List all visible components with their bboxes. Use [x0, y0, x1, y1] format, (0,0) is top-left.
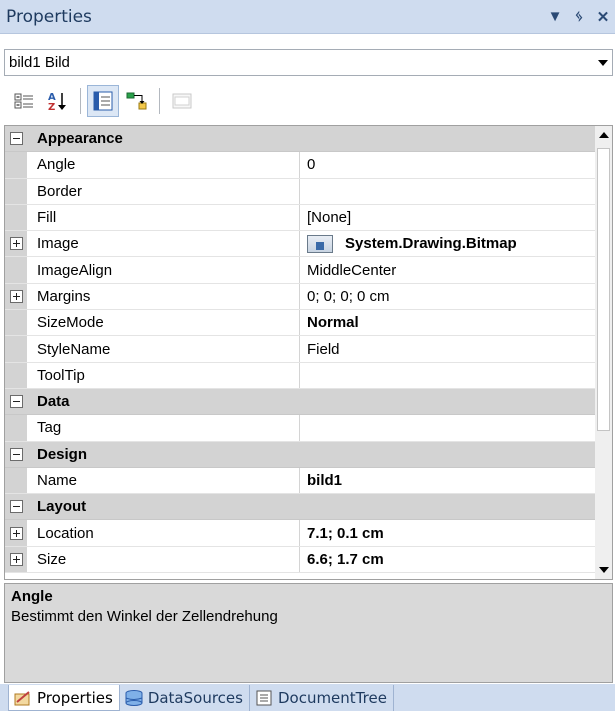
tab-documenttree[interactable]: DocumentTree: [250, 685, 394, 711]
property-value[interactable]: [300, 179, 595, 204]
datasources-tab-icon: [124, 690, 144, 706]
panel-tabs: Properties DataSources DocumentTree: [0, 684, 615, 711]
property-row-imagealign[interactable]: ImageAlign MiddleCenter: [5, 257, 595, 284]
object-selector-value: bild1 Bild: [9, 54, 70, 71]
property-name: Border: [27, 178, 300, 204]
property-name: SizeMode: [27, 310, 300, 336]
property-row-name[interactable]: Name bild1: [5, 467, 595, 495]
bitmap-icon: [307, 234, 333, 253]
property-value[interactable]: [300, 363, 595, 388]
categorized-icon[interactable]: [8, 85, 40, 117]
property-name: Margins: [27, 283, 300, 310]
property-row-image[interactable]: Image System.Drawing.Bitmap: [5, 231, 595, 258]
property-name: StyleName: [27, 336, 300, 362]
documenttree-tab-icon: [254, 690, 274, 706]
property-row-tag[interactable]: Tag: [5, 415, 595, 442]
property-value[interactable]: MiddleCenter: [300, 257, 595, 282]
property-name: Image: [27, 231, 300, 257]
collapse-icon[interactable]: [9, 395, 23, 409]
svg-text:Z: Z: [48, 102, 55, 112]
category-label: Appearance: [37, 130, 123, 148]
events-icon[interactable]: [121, 85, 153, 117]
expand-icon[interactable]: [9, 552, 23, 566]
category-data[interactable]: Data: [5, 388, 595, 416]
chevron-down-icon[interactable]: [594, 50, 612, 75]
close-icon[interactable]: ✕: [591, 5, 615, 29]
property-row-fill[interactable]: Fill [None]: [5, 204, 595, 232]
property-name: Location: [27, 520, 300, 546]
panel-titlebar: Properties ▼ ᛃ ✕: [0, 0, 615, 34]
pin-icon[interactable]: ᛃ: [567, 5, 591, 29]
object-selector[interactable]: bild1 Bild: [4, 49, 613, 76]
toolbar-separator: [159, 88, 160, 114]
property-value[interactable]: [300, 415, 595, 440]
property-value[interactable]: 6.6; 1.7 cm: [300, 547, 595, 572]
category-label: Layout: [37, 498, 87, 516]
expand-icon[interactable]: [9, 237, 23, 251]
property-value-text: System.Drawing.Bitmap: [345, 235, 517, 253]
property-value[interactable]: Field: [300, 336, 595, 361]
property-name: ToolTip: [27, 362, 300, 388]
tab-datasources[interactable]: DataSources: [120, 685, 250, 711]
property-row-size[interactable]: Size 6.6; 1.7 cm: [5, 546, 595, 574]
property-row-sizemode[interactable]: SizeMode Normal: [5, 310, 595, 337]
property-value[interactable]: bild1: [300, 468, 595, 493]
tab-label: Properties: [37, 688, 113, 707]
property-value[interactable]: 0: [300, 152, 595, 177]
property-value[interactable]: 0; 0; 0; 0 cm: [300, 284, 595, 309]
collapse-icon[interactable]: [9, 447, 23, 461]
category-label: Data: [37, 393, 70, 411]
property-row-location[interactable]: Location 7.1; 0.1 cm: [5, 520, 595, 547]
property-grid: Appearance Angle 0 Border Fill [None] Im…: [4, 125, 595, 580]
description-title: Angle: [11, 588, 53, 605]
property-row-angle[interactable]: Angle 0: [5, 152, 595, 179]
window-menu-icon[interactable]: ▼: [543, 5, 567, 29]
property-row-stylename[interactable]: StyleName Field: [5, 336, 595, 363]
scroll-up-icon[interactable]: [595, 126, 612, 144]
tab-properties[interactable]: Properties: [8, 685, 120, 711]
category-layout[interactable]: Layout: [5, 494, 595, 521]
collapse-icon[interactable]: [9, 500, 23, 514]
scrollbar-thumb[interactable]: [597, 148, 610, 431]
property-name: ImageAlign: [27, 257, 300, 283]
alphabetical-icon[interactable]: A Z: [42, 85, 74, 117]
property-name: Fill: [27, 204, 300, 231]
properties-icon[interactable]: [87, 85, 119, 117]
description-text: Bestimmt den Winkel der Zellendrehung: [11, 608, 278, 625]
scroll-down-icon[interactable]: [595, 561, 612, 579]
property-value[interactable]: Normal: [300, 310, 595, 335]
property-name: Angle: [27, 152, 300, 178]
property-row-border[interactable]: Border: [5, 178, 595, 205]
tab-label: DataSources: [147, 689, 243, 707]
property-toolbar: A Z: [4, 82, 613, 120]
property-value[interactable]: 7.1; 0.1 cm: [300, 520, 595, 545]
description-pane: Angle Bestimmt den Winkel der Zellendreh…: [4, 583, 613, 683]
toolbar-separator: [80, 88, 81, 114]
tab-label: DocumentTree: [277, 689, 387, 707]
collapse-icon[interactable]: [9, 132, 23, 146]
property-value[interactable]: [None]: [300, 205, 595, 230]
expand-icon[interactable]: [9, 526, 23, 540]
property-row-margins[interactable]: Margins 0; 0; 0; 0 cm: [5, 283, 595, 311]
property-name: Name: [27, 467, 300, 494]
category-label: Design: [37, 445, 88, 463]
category-appearance[interactable]: Appearance: [5, 126, 595, 153]
property-name: Size: [27, 546, 300, 573]
property-pages-icon[interactable]: [166, 85, 198, 117]
vertical-scrollbar[interactable]: [595, 125, 613, 580]
property-value[interactable]: System.Drawing.Bitmap: [300, 231, 595, 256]
category-design[interactable]: Design: [5, 441, 595, 468]
panel-title: Properties: [6, 6, 92, 27]
property-name: Tag: [27, 415, 300, 441]
property-row-tooltip[interactable]: ToolTip: [5, 362, 595, 389]
expand-icon[interactable]: [9, 289, 23, 303]
properties-tab-icon: [13, 690, 33, 706]
